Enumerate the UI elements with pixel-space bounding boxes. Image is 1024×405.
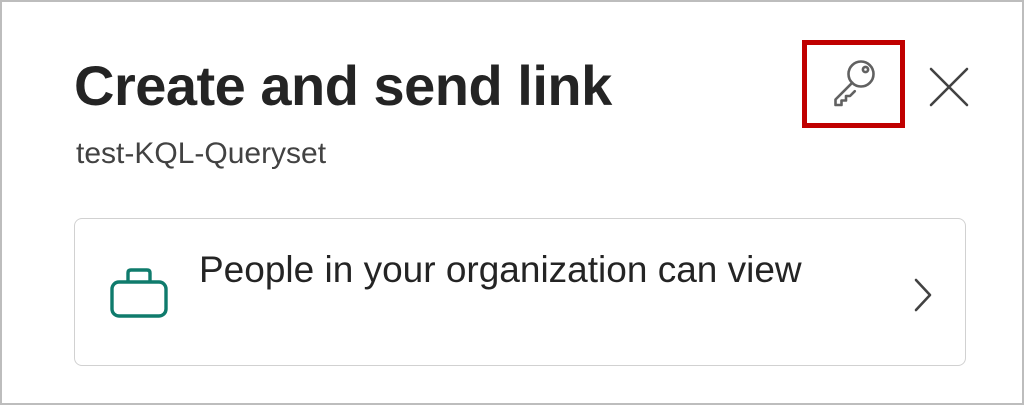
- key-icon: [825, 53, 883, 116]
- dialog-title: Create and send link: [74, 54, 612, 117]
- link-settings-button[interactable]: People in your organization can view: [74, 218, 966, 366]
- close-icon: [929, 67, 969, 112]
- manage-permissions-button[interactable]: [802, 40, 905, 128]
- briefcase-icon: [109, 267, 169, 319]
- dialog-subtitle: test-KQL-Queryset: [76, 137, 327, 170]
- chevron-right-icon: [911, 277, 935, 313]
- link-setting-label: People in your organization can view: [199, 249, 802, 290]
- close-button[interactable]: [924, 64, 974, 114]
- create-and-send-link-dialog: Create and send link test-KQL-Queryset P…: [0, 0, 1024, 405]
